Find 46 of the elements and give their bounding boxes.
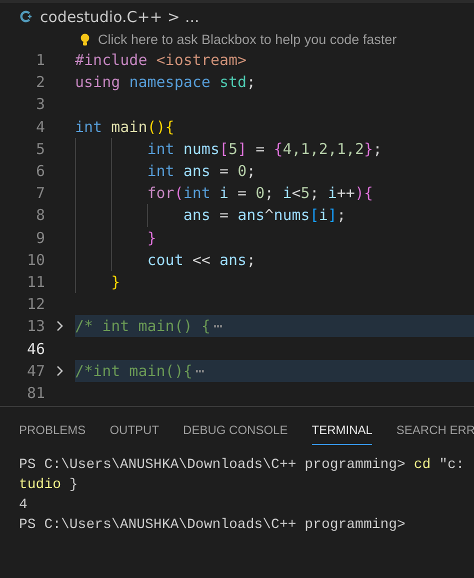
terminal-line: PS C:\Users\ANUSHKA\Downloads\C++ programming> <box>19 516 406 535</box>
line-number: 12 <box>26 295 45 314</box>
chevron-right-icon[interactable] <box>56 364 64 377</box>
code-line: } <box>146 228 156 247</box>
line-number: 11 <box>26 272 45 291</box>
line-number: 10 <box>26 250 45 269</box>
line-number: 13 <box>26 317 45 336</box>
panel-tab[interactable]: OUTPUT <box>110 421 160 445</box>
line-number: 7 <box>34 184 45 202</box>
terminal-line: PS C:\Users\ANUSHKA\Downloads\C++ programming> cd "c: <box>19 456 464 475</box>
code-line: int ans = 0; <box>146 162 256 180</box>
panel-tab[interactable]: PROBLEMS <box>19 421 86 445</box>
line-number: 2 <box>34 73 45 92</box>
line-number: 5 <box>34 140 45 158</box>
code-line: /*int main(){ <box>75 362 192 380</box>
code-line: #include <iostream> <box>75 51 247 70</box>
chevron-right-icon[interactable] <box>56 320 64 332</box>
code-line: ans = ans^nums[i]; <box>182 206 346 224</box>
line-number: 81 <box>26 384 45 402</box>
fold-ellipsis[interactable]: ⋯ <box>195 362 204 380</box>
code-line: /* int main() { <box>75 317 210 336</box>
code-line: } <box>110 272 120 291</box>
cpp-file-icon <box>20 10 33 23</box>
terminal-line: tudio } <box>19 476 78 495</box>
fold-ellipsis[interactable]: ⋯ <box>213 317 222 336</box>
code-line: using namespace std; <box>75 73 256 92</box>
breadcrumb-more[interactable]: ... <box>184 8 200 26</box>
breadcrumb-file[interactable]: codestudio.C++ <box>40 8 162 26</box>
code-line: int main(){ <box>75 118 174 136</box>
line-number: 6 <box>34 162 45 180</box>
blackbox-hint[interactable]: Click here to ask Blackbox to help you code faster <box>98 32 397 47</box>
line-number: 46 <box>26 340 45 358</box>
lightbulb-icon <box>80 32 90 46</box>
line-number: 47 <box>26 362 45 380</box>
line-number: 3 <box>34 95 45 114</box>
line-number: 8 <box>34 206 45 224</box>
panel-tab[interactable]: TERMINAL <box>312 421 372 445</box>
code-line: for(int i = 0; i<5; i++){ <box>146 184 374 202</box>
code-line: int nums[5] = {4,1,2,1,2}; <box>146 140 382 158</box>
line-number: 1 <box>34 51 45 70</box>
breadcrumb-separator: > <box>167 8 180 26</box>
terminal-line: 4 <box>19 496 28 515</box>
line-number: 9 <box>34 228 45 247</box>
code-line: cout << ans; <box>146 250 256 269</box>
line-number: 4 <box>34 118 45 136</box>
panel-tab[interactable]: DEBUG CONSOLE <box>183 421 288 445</box>
